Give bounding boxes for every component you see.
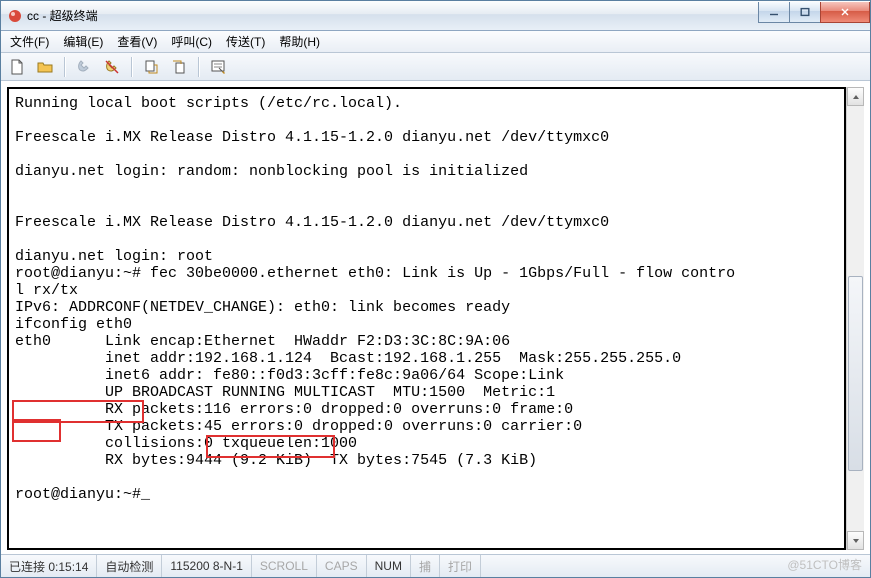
menu-file[interactable]: 文件(F)	[3, 31, 56, 52]
toolbar-separator	[198, 57, 199, 77]
menu-view[interactable]: 查看(V)	[110, 31, 164, 52]
app-window: cc - 超级终端 文件(F) 编辑(E) 查看(V) 呼叫(C) 传送(T) …	[0, 0, 871, 578]
status-capture: 捕	[411, 555, 440, 577]
status-detect: 自动检测	[97, 555, 162, 577]
window-title: cc - 超级终端	[27, 7, 98, 24]
menu-call[interactable]: 呼叫(C)	[164, 31, 219, 52]
menu-edit[interactable]: 编辑(E)	[56, 31, 110, 52]
toolbar-separator	[64, 57, 65, 77]
window-buttons	[759, 2, 870, 22]
connect-button[interactable]	[72, 55, 96, 79]
properties-button[interactable]	[206, 55, 230, 79]
new-doc-button[interactable]	[5, 55, 29, 79]
scroll-thumb[interactable]	[848, 276, 863, 471]
status-print: 打印	[440, 555, 481, 577]
disconnect-button[interactable]	[100, 55, 124, 79]
vertical-scrollbar[interactable]	[846, 87, 864, 550]
close-button[interactable]	[820, 2, 870, 23]
open-button[interactable]	[33, 55, 57, 79]
terminal-text[interactable]: Running local boot scripts (/etc/rc.loca…	[15, 95, 842, 503]
scroll-down-button[interactable]	[847, 531, 864, 550]
toolbar	[1, 53, 870, 81]
status-num: NUM	[367, 555, 411, 577]
scroll-track[interactable]	[847, 104, 864, 533]
status-port: 115200 8-N-1	[162, 555, 252, 577]
send-button[interactable]	[139, 55, 163, 79]
minimize-button[interactable]	[758, 2, 790, 23]
terminal-frame: Running local boot scripts (/etc/rc.loca…	[7, 87, 846, 550]
status-connection: 已连接 0:15:14	[1, 555, 97, 577]
toolbar-separator	[131, 57, 132, 77]
menu-bar: 文件(F) 编辑(E) 查看(V) 呼叫(C) 传送(T) 帮助(H)	[1, 31, 870, 53]
status-scroll: SCROLL	[252, 555, 317, 577]
status-caps: CAPS	[317, 555, 367, 577]
menu-transfer[interactable]: 传送(T)	[219, 31, 272, 52]
status-bar: 已连接 0:15:14 自动检测 115200 8-N-1 SCROLL CAP…	[1, 554, 870, 577]
receive-button[interactable]	[167, 55, 191, 79]
menu-help[interactable]: 帮助(H)	[272, 31, 327, 52]
app-icon	[7, 8, 23, 24]
terminal-output[interactable]: Running local boot scripts (/etc/rc.loca…	[15, 95, 842, 542]
title-bar[interactable]: cc - 超级终端	[1, 1, 870, 31]
terminal-area: Running local boot scripts (/etc/rc.loca…	[1, 81, 870, 554]
maximize-button[interactable]	[789, 2, 821, 23]
